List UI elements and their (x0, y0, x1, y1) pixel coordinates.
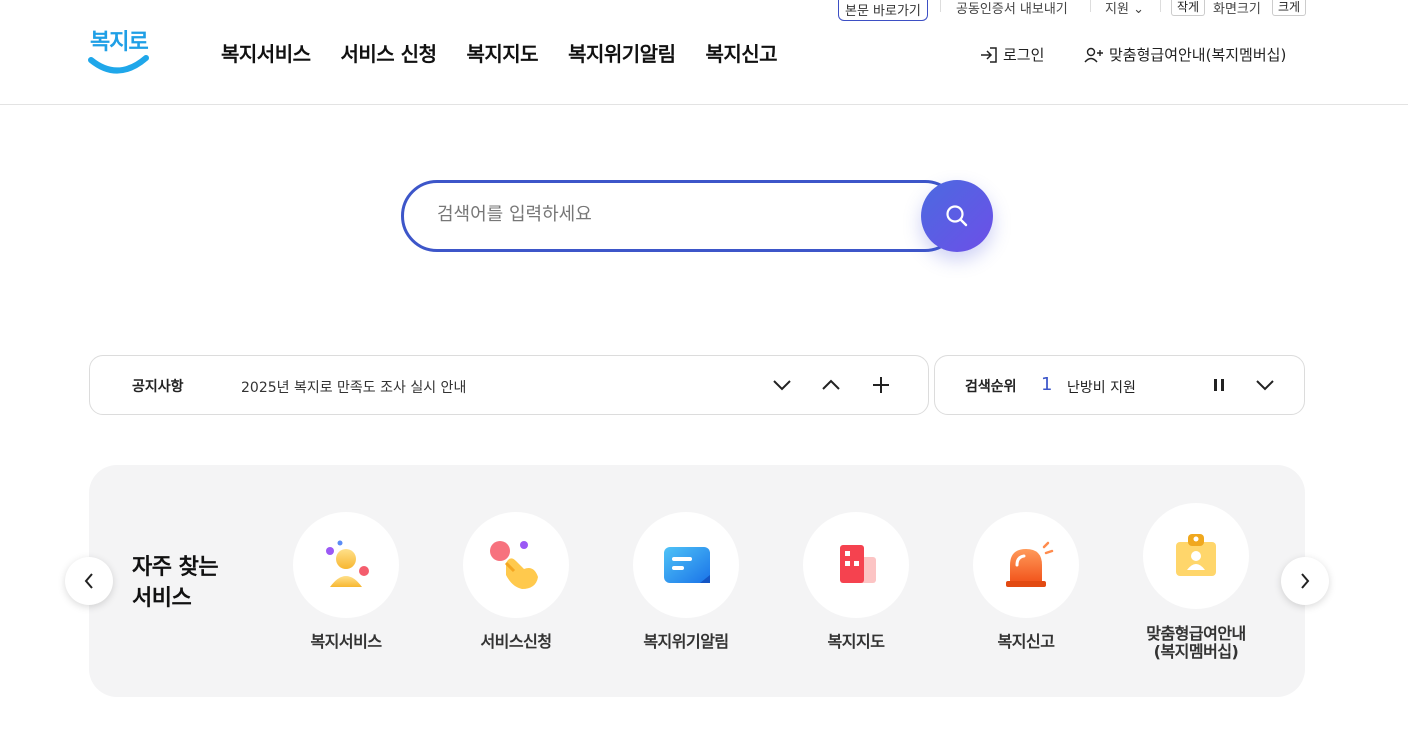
search-icon (946, 205, 968, 227)
hand-tap-icon (490, 541, 538, 589)
quick-item-welfare-service[interactable]: 복지서비스 (271, 512, 421, 651)
quick-item-label: 복지지도 (827, 632, 885, 651)
siren-icon (1006, 541, 1054, 587)
quick-item-label: 서비스신청 (480, 632, 552, 651)
notice-message[interactable]: 2025년 복지로 만족도 조사 실시 안내 (241, 377, 466, 397)
quick-item-service-apply[interactable]: 서비스신청 (441, 512, 591, 651)
ranking-number: 1 (1041, 374, 1053, 395)
quick-title-line2: 서비스 (132, 586, 192, 611)
id-badge-icon (1176, 534, 1216, 576)
membership-label: 맞춤형급여안내(복지멤버십) (1109, 46, 1287, 64)
login-icon (981, 46, 997, 63)
search-button[interactable] (921, 180, 993, 252)
smile-logo-icon (88, 55, 149, 74)
quick-item-label: 맞춤형급여안내 (복지멤버십) (1146, 624, 1246, 661)
quick-item-welfare-map[interactable]: 복지지도 (781, 512, 931, 651)
logo[interactable]: 복지로 (88, 24, 150, 76)
notice-more-button[interactable] (869, 373, 893, 397)
quick-item-label: 복지신고 (997, 632, 1055, 651)
person-icon (326, 540, 369, 587)
nav-welfare-map[interactable]: 복지지도 (466, 38, 538, 67)
login-link[interactable]: 로그인 (980, 44, 1044, 65)
quick-item-circle (803, 512, 909, 618)
notice-label: 공지사항 (132, 379, 184, 395)
quick-item-label: 복지서비스 (310, 632, 382, 651)
chevron-down-icon (1256, 380, 1274, 391)
main-nav: 복지서비스 서비스 신청 복지지도 복지위기알림 복지신고 (221, 38, 778, 67)
notice-next-button[interactable] (770, 373, 794, 397)
pause-icon (1214, 379, 1224, 391)
chevron-right-icon (1301, 573, 1310, 589)
quick-item-welfare-report[interactable]: 복지신고 (951, 512, 1101, 651)
chevron-up-icon (822, 379, 840, 390)
ranking-pause-button[interactable] (1207, 373, 1231, 397)
quick-item-circle (973, 512, 1079, 618)
quick-services-panel: 자주 찾는 서비스 복지서비스 서비스신청 복지위기알림 복지지도 복지신고 맞… (89, 465, 1305, 697)
quick-item-circle (293, 512, 399, 618)
chevron-down-icon (773, 380, 791, 391)
quick-item-crisis-alert[interactable]: 복지위기알림 (611, 512, 761, 651)
ranking-term[interactable]: 난방비 지원 (1067, 377, 1136, 397)
message-icon (664, 547, 710, 583)
nav-welfare-report[interactable]: 복지신고 (705, 38, 777, 67)
header: 복지로 복지서비스 서비스 신청 복지지도 복지위기알림 복지신고 로그인 맞춤… (0, 0, 1408, 105)
quick-item-label: 복지위기알림 (643, 632, 729, 651)
quick-item-circle (633, 512, 739, 618)
nav-service-apply[interactable]: 서비스 신청 (341, 38, 437, 67)
quick-prev-button[interactable] (65, 557, 113, 605)
notice-bar: 공지사항 2025년 복지로 만족도 조사 실시 안내 (89, 355, 929, 415)
plus-icon (873, 377, 889, 393)
quick-services-title: 자주 찾는 서비스 (132, 552, 219, 614)
ranking-expand-button[interactable] (1253, 373, 1277, 397)
search-input[interactable] (437, 200, 897, 228)
login-label: 로그인 (1003, 46, 1045, 64)
quick-next-button[interactable] (1281, 557, 1329, 605)
quick-title-line1: 자주 찾는 (132, 555, 219, 580)
nav-welfare-service[interactable]: 복지서비스 (221, 38, 311, 67)
quick-item-membership[interactable]: 맞춤형급여안내 (복지멤버십) (1121, 503, 1271, 661)
membership-link[interactable]: 맞춤형급여안내(복지멤버십) (1084, 44, 1286, 65)
ranking-label: 검색순위 (965, 379, 1017, 395)
user-add-icon (1084, 47, 1103, 62)
search-ranking-bar: 검색순위 1 난방비 지원 (934, 355, 1305, 415)
building-icon (840, 545, 876, 583)
quick-item-circle (463, 512, 569, 618)
search-bar (401, 180, 993, 252)
quick-item-circle (1143, 503, 1249, 609)
chevron-left-icon (84, 573, 93, 589)
notice-prev-button[interactable] (819, 373, 843, 397)
nav-crisis-alert[interactable]: 복지위기알림 (568, 38, 676, 67)
